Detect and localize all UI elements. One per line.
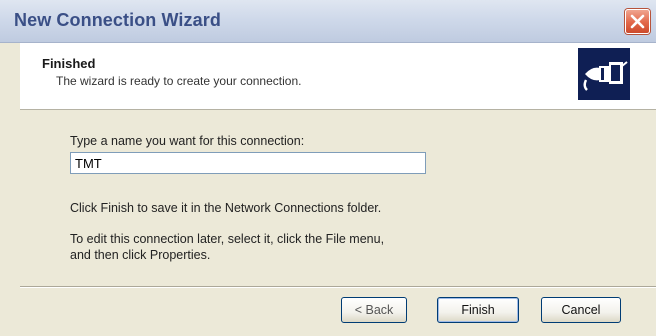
edit-info-line-1: To edit this connection later, select it… xyxy=(70,232,385,246)
button-separator xyxy=(20,286,656,288)
wizard-window: New Connection Wizard Finished The wizar… xyxy=(0,0,656,336)
header-title: Finished xyxy=(42,56,96,71)
finish-button[interactable]: Finish xyxy=(437,297,519,323)
close-button[interactable] xyxy=(625,9,650,34)
header-subtitle: The wizard is ready to create your conne… xyxy=(56,74,302,88)
edit-info-line-2: and then click Properties. xyxy=(70,248,211,262)
cancel-button[interactable]: Cancel xyxy=(541,297,621,323)
wizard-body: Type a name you want for this connection… xyxy=(20,110,656,280)
window-title: New Connection Wizard xyxy=(14,10,221,30)
finish-info-text: Click Finish to save it in the Network C… xyxy=(70,201,382,215)
network-connection-icon xyxy=(578,48,630,100)
connection-name-input[interactable] xyxy=(70,152,426,174)
wizard-header: Finished The wizard is ready to create y… xyxy=(20,43,656,110)
left-strip xyxy=(0,43,20,336)
back-button[interactable]: < Back xyxy=(341,297,407,323)
close-icon xyxy=(630,14,645,29)
title-bar[interactable]: New Connection Wizard xyxy=(0,0,656,43)
connection-name-label: Type a name you want for this connection… xyxy=(70,134,305,148)
